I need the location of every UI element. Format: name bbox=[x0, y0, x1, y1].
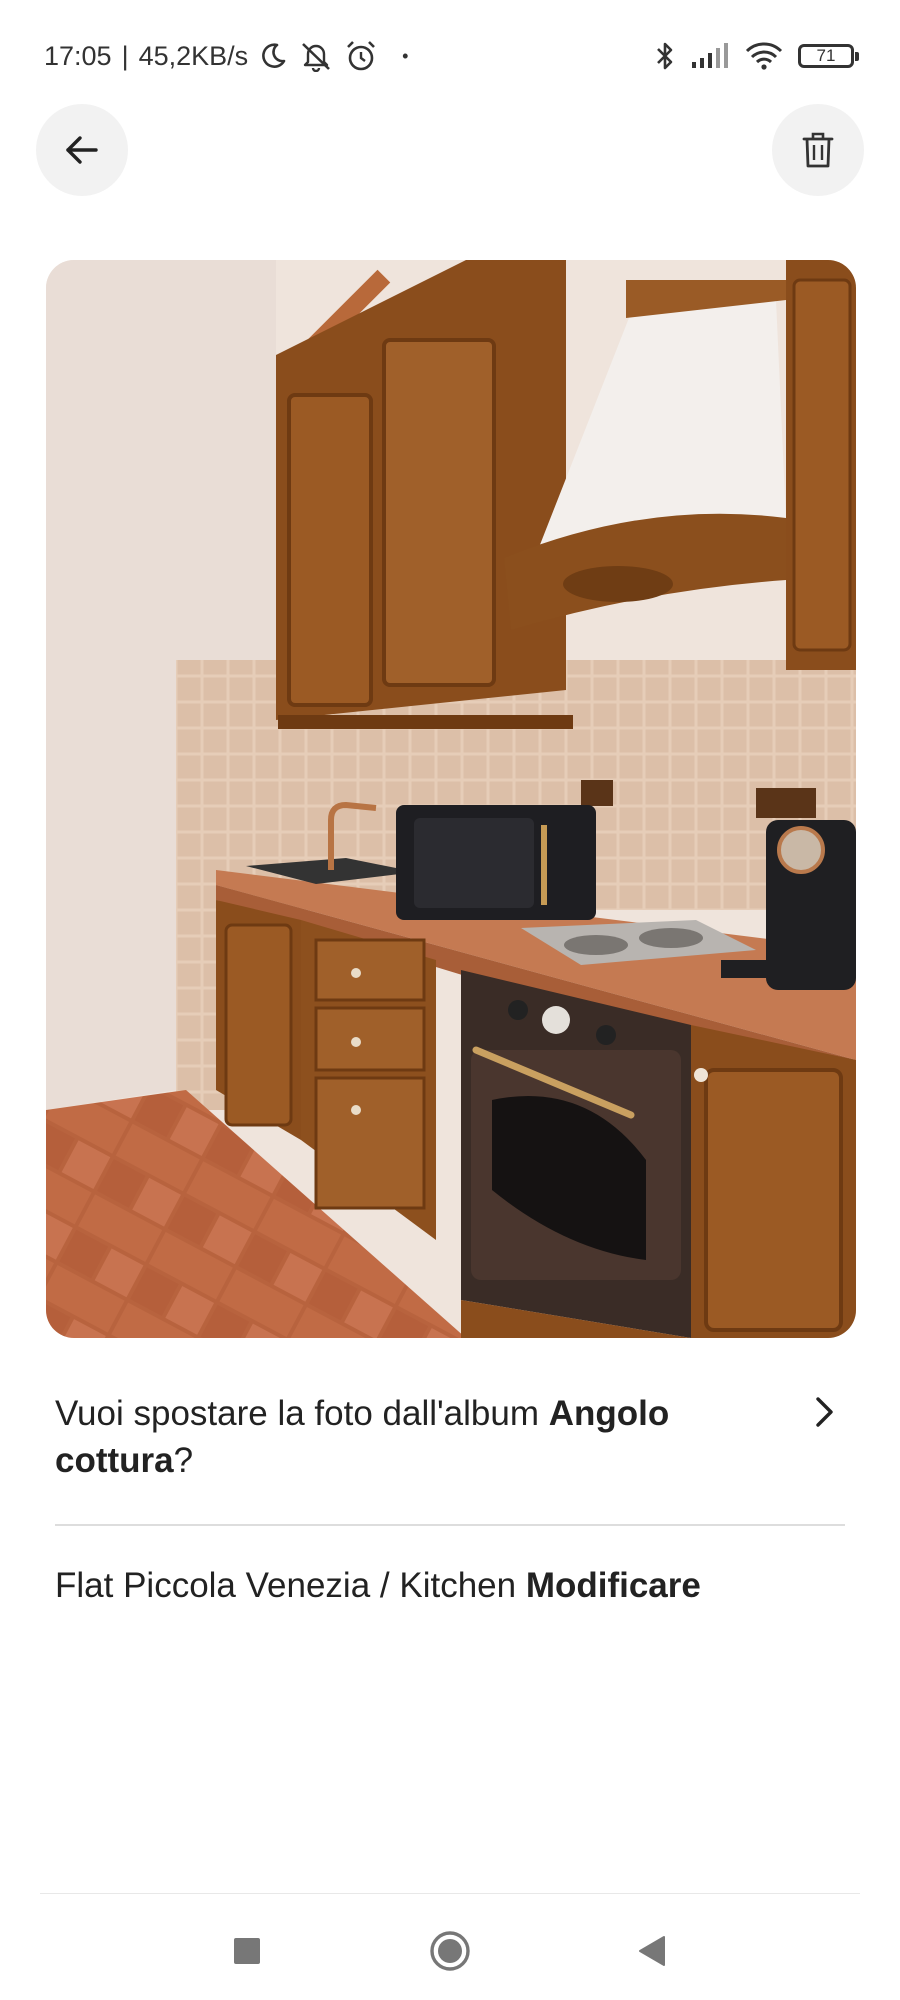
delete-button[interactable] bbox=[772, 104, 864, 196]
chevron-right-icon[interactable] bbox=[805, 1392, 845, 1432]
alarm-icon bbox=[344, 39, 378, 73]
kitchen-photo-illustration bbox=[46, 260, 856, 1338]
move-prompt-suffix: ? bbox=[173, 1441, 194, 1480]
wifi-icon bbox=[744, 41, 784, 71]
status-time: 17:05 bbox=[44, 40, 112, 71]
status-right: 71 bbox=[654, 38, 859, 74]
nav-divider bbox=[40, 1893, 860, 1894]
status-net-speed: 45,2KB/s bbox=[138, 40, 249, 71]
bluetooth-icon bbox=[654, 40, 676, 72]
recent-apps-button[interactable] bbox=[222, 1926, 272, 1976]
status-left: 17:05 | 45,2KB/s • bbox=[44, 38, 408, 74]
home-button[interactable] bbox=[425, 1926, 475, 1976]
system-back-button[interactable] bbox=[627, 1926, 677, 1976]
arrow-left-icon bbox=[62, 130, 102, 170]
back-triangle-icon bbox=[636, 1934, 668, 1968]
home-icon bbox=[428, 1929, 472, 1973]
move-photo-row[interactable]: Vuoi spostare la foto dall'album Angolo … bbox=[55, 1390, 845, 1484]
status-dot: • bbox=[402, 45, 409, 66]
notifications-off-icon bbox=[298, 40, 334, 72]
battery-level: 71 bbox=[816, 46, 836, 65]
moon-icon bbox=[258, 41, 288, 71]
move-photo-prompt: Vuoi spostare la foto dall'album Angolo … bbox=[55, 1390, 795, 1484]
system-nav-bar bbox=[0, 1896, 900, 2000]
recent-apps-icon bbox=[232, 1936, 262, 1966]
album-path: Flat Piccola Venezia / Kitchen bbox=[55, 1566, 526, 1605]
edit-link[interactable]: Modificare bbox=[526, 1566, 701, 1605]
divider bbox=[55, 1524, 845, 1526]
trash-icon bbox=[801, 131, 835, 169]
battery-icon: 71 bbox=[798, 44, 859, 68]
album-path-row: Flat Piccola Venezia / Kitchen Modificar… bbox=[55, 1562, 701, 1609]
listing-photo[interactable] bbox=[46, 260, 856, 1338]
back-button[interactable] bbox=[36, 104, 128, 196]
status-bar: 17:05 | 45,2KB/s • 71 bbox=[0, 0, 900, 110]
signal-icon bbox=[690, 42, 730, 70]
status-separator: | bbox=[121, 40, 129, 71]
move-prompt-prefix: Vuoi spostare la foto dall'album bbox=[55, 1394, 549, 1433]
